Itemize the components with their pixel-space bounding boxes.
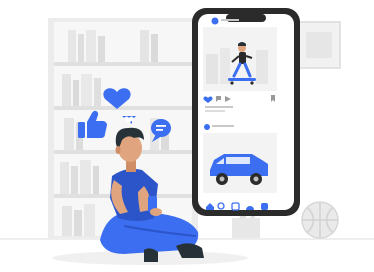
illustration <box>0 0 374 272</box>
avatar-2[interactable] <box>204 124 210 130</box>
illustration-svg <box>0 8 374 265</box>
username-line-2 <box>212 125 234 127</box>
phone <box>192 8 300 216</box>
basketball <box>301 201 339 239</box>
wall-frame <box>297 21 341 69</box>
caption-line-2 <box>205 110 225 112</box>
menu-icon[interactable] <box>261 203 268 210</box>
avatar[interactable] <box>211 17 219 25</box>
post-image-skater[interactable] <box>203 27 277 91</box>
post-image-car[interactable] <box>203 133 277 193</box>
caption-line <box>205 106 233 108</box>
username-line <box>221 19 239 21</box>
